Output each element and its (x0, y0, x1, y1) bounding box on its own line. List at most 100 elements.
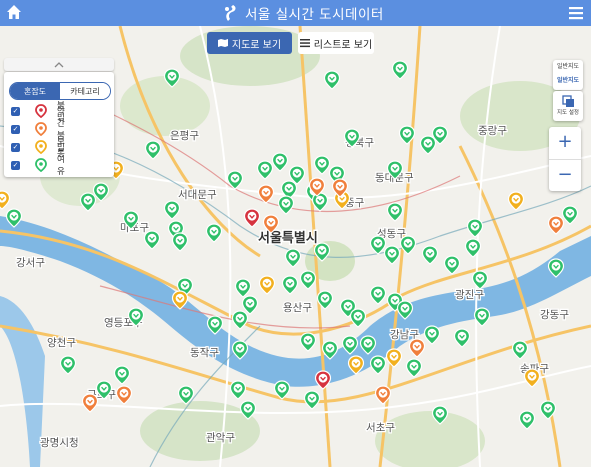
location-marker-icon[interactable] (431, 405, 449, 425)
location-marker-icon[interactable] (177, 385, 195, 405)
location-marker-icon[interactable] (59, 355, 77, 375)
location-marker-icon[interactable] (405, 358, 423, 378)
location-marker-icon[interactable] (229, 380, 247, 400)
home-icon[interactable] (6, 4, 22, 20)
location-marker-icon[interactable] (359, 335, 377, 355)
legend-collapse-toggle[interactable] (4, 58, 114, 71)
tab-category[interactable]: 카테고리 (60, 83, 110, 99)
location-marker-icon[interactable] (314, 370, 332, 390)
location-marker-icon[interactable] (396, 300, 414, 320)
location-marker-icon[interactable] (226, 170, 244, 190)
location-marker-icon[interactable] (386, 202, 404, 222)
location-marker-icon[interactable] (518, 410, 536, 430)
map-type-selector[interactable]: 일반지도 일반지도 (553, 60, 583, 90)
location-marker-icon[interactable] (231, 340, 249, 360)
map-view-button[interactable]: 지도로 보기 (207, 32, 292, 54)
location-marker-icon[interactable] (374, 385, 392, 405)
location-marker-icon[interactable] (308, 177, 326, 197)
location-marker-icon[interactable] (466, 218, 484, 238)
map-pin-icon (35, 122, 47, 136)
location-marker-icon[interactable] (523, 368, 541, 388)
location-marker-icon[interactable] (79, 192, 97, 212)
location-marker-icon[interactable] (453, 328, 471, 348)
location-marker-icon[interactable] (408, 338, 426, 358)
location-marker-icon[interactable] (113, 365, 131, 385)
top-header: 서울 실시간 도시데이터 (0, 0, 591, 26)
location-marker-icon[interactable] (127, 307, 145, 327)
location-marker-icon[interactable] (391, 60, 409, 80)
location-marker-icon[interactable] (399, 235, 417, 255)
location-marker-icon[interactable] (239, 400, 257, 420)
location-marker-icon[interactable] (349, 308, 367, 328)
location-marker-icon[interactable] (163, 200, 181, 220)
district-label: 강동구 (540, 309, 569, 321)
tab-congestion[interactable]: 혼잡도 (10, 83, 60, 99)
location-marker-icon[interactable] (303, 390, 321, 410)
location-marker-icon[interactable] (206, 315, 224, 335)
location-marker-icon[interactable] (539, 400, 557, 420)
location-marker-icon[interactable] (257, 184, 275, 204)
location-marker-icon[interactable] (258, 275, 276, 295)
location-marker-icon[interactable] (5, 208, 23, 228)
location-marker-icon[interactable] (343, 128, 361, 148)
location-marker-icon[interactable] (369, 285, 387, 305)
layer-settings-button[interactable]: 지도 설정 (553, 91, 583, 121)
location-marker-icon[interactable] (231, 310, 249, 330)
location-marker-icon[interactable] (471, 270, 489, 290)
location-marker-icon[interactable] (299, 270, 317, 290)
location-marker-icon[interactable] (421, 245, 439, 265)
location-marker-icon[interactable] (144, 140, 162, 160)
layer-settings-label: 지도 설정 (557, 110, 579, 116)
map-pin-icon (35, 140, 47, 154)
location-marker-icon[interactable] (81, 393, 99, 413)
location-marker-icon[interactable] (386, 160, 404, 180)
location-marker-icon[interactable] (473, 307, 491, 327)
location-marker-icon[interactable] (171, 290, 189, 310)
location-marker-icon[interactable] (398, 125, 416, 145)
location-marker-icon[interactable] (284, 248, 302, 268)
checkbox[interactable]: ✓ (11, 142, 20, 152)
location-marker-icon[interactable] (163, 68, 181, 88)
checkbox[interactable]: ✓ (11, 124, 20, 134)
location-marker-icon[interactable] (122, 210, 140, 230)
legend-item[interactable]: ✓ 여유 (11, 155, 65, 177)
list-view-button[interactable]: 리스트로 보기 (298, 32, 374, 54)
district-label: 중랑구 (478, 125, 507, 137)
location-marker-icon[interactable] (299, 332, 317, 352)
location-marker-icon[interactable] (385, 348, 403, 368)
location-marker-icon[interactable] (547, 215, 565, 235)
location-marker-icon[interactable] (115, 385, 133, 405)
hamburger-menu-icon[interactable] (569, 6, 583, 20)
location-marker-icon[interactable] (277, 195, 295, 215)
app-title-text: 서울 실시간 도시데이터 (245, 7, 384, 23)
location-marker-icon[interactable] (464, 238, 482, 258)
location-marker-icon[interactable] (321, 340, 339, 360)
legend-item[interactable]: ✓ 붐빔 (11, 101, 65, 123)
zoom-in-button[interactable]: + (549, 127, 581, 160)
legend-item[interactable]: ✓ 약간 붐빔 (11, 107, 65, 153)
location-marker-icon[interactable] (341, 335, 359, 355)
location-marker-icon[interactable] (316, 290, 334, 310)
checkbox[interactable]: ✓ (11, 106, 20, 116)
location-marker-icon[interactable] (511, 340, 529, 360)
location-marker-icon[interactable] (331, 178, 349, 198)
legend-item[interactable]: ✓ 보통 (11, 137, 65, 159)
location-marker-icon[interactable] (443, 255, 461, 275)
location-marker-icon[interactable] (243, 208, 261, 228)
location-marker-icon[interactable] (313, 242, 331, 262)
location-marker-icon[interactable] (171, 232, 189, 252)
location-marker-icon[interactable] (347, 355, 365, 375)
location-marker-icon[interactable] (143, 230, 161, 250)
location-marker-icon[interactable] (0, 190, 11, 210)
location-marker-icon[interactable] (431, 125, 449, 145)
zoom-out-button[interactable]: − (549, 160, 581, 192)
location-marker-icon[interactable] (271, 152, 289, 172)
location-marker-icon[interactable] (281, 275, 299, 295)
location-marker-icon[interactable] (205, 223, 223, 243)
location-marker-icon[interactable] (262, 214, 280, 234)
location-marker-icon[interactable] (507, 191, 525, 211)
checkbox[interactable]: ✓ (11, 160, 20, 170)
location-marker-icon[interactable] (323, 70, 341, 90)
location-marker-icon[interactable] (273, 380, 291, 400)
location-marker-icon[interactable] (547, 258, 565, 278)
